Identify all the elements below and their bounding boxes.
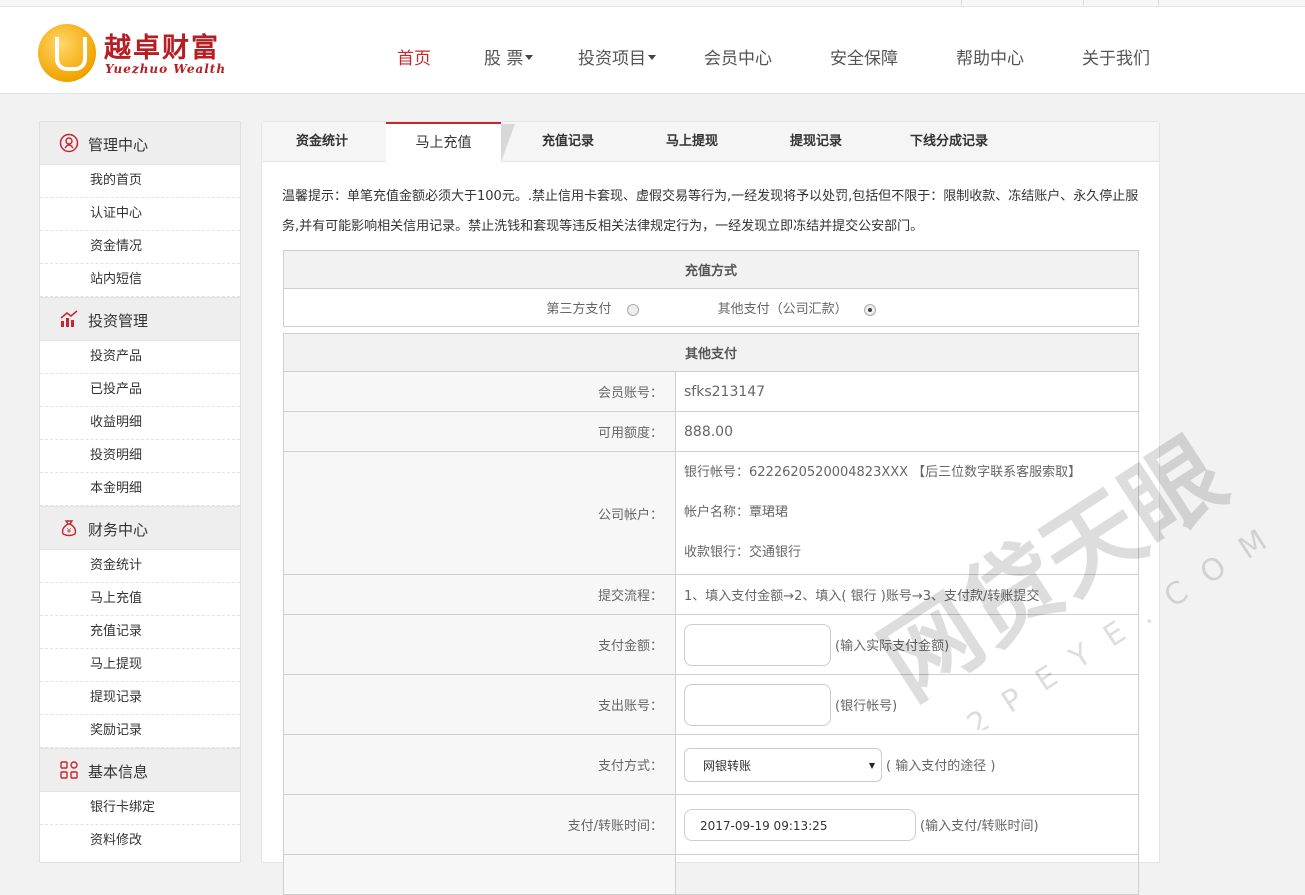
sidebar-item-recharge[interactable]: 马上充值 <box>40 583 240 616</box>
sidebar-item-my-home[interactable]: 我的首页 <box>40 165 240 198</box>
sidebar-item-withdraw[interactable]: 马上提现 <box>40 649 240 682</box>
option-third-party-label: 第三方支付 <box>546 302 612 317</box>
sidebar: 管理中心 我的首页 认证中心 资金情况 站内短信 投资管理 投资产品 已投产品 … <box>39 121 241 863</box>
top-strip-divider <box>961 0 962 6</box>
sidebar-item-recharge-records[interactable]: 充值记录 <box>40 616 240 649</box>
process-label: 提交流程： <box>283 574 676 615</box>
payment-amount-input[interactable] <box>684 623 831 666</box>
sidebar-item-profile-edit[interactable]: 资料修改 <box>40 825 240 857</box>
payment-time-input[interactable]: 2017-09-19 09:13:25 <box>684 808 916 841</box>
main-nav: 首页 股 票 投资项目 会员中心 安全保障 帮助中心 关于我们 <box>0 44 1305 69</box>
sidebar-item-invested[interactable]: 已投产品 <box>40 374 240 407</box>
nav-stocks-label: 股 票 <box>484 49 524 69</box>
nav-member-center[interactable]: 会员中心 <box>704 44 772 69</box>
tab-bar: 资金统计 马上充值 充值记录 马上提现 提现记录 下线分成记录 <box>262 122 1159 162</box>
receiving-bank: 收款银行：交通银行 <box>684 545 802 560</box>
main-panel: 资金统计 马上充值 充值记录 马上提现 提现记录 下线分成记录 温馨提示：单笔充… <box>261 121 1160 895</box>
nav-home[interactable]: 首页 <box>397 44 431 69</box>
grid-icon <box>60 761 78 779</box>
sidebar-item-verification[interactable]: 认证中心 <box>40 198 240 231</box>
top-strip <box>0 0 1305 7</box>
chevron-down-icon <box>525 55 534 60</box>
other-payment-title: 其他支付 <box>283 333 1139 372</box>
sidebar-item-products[interactable]: 投资产品 <box>40 341 240 374</box>
available-quota-value: 888.00 <box>675 411 1139 452</box>
out-account-label: 支出账号： <box>283 674 676 735</box>
recharge-method-title: 充值方式 <box>283 250 1139 289</box>
payment-time-label: 支付/转账时间： <box>283 794 676 855</box>
bar-chart-icon <box>60 310 78 327</box>
money-bag-icon: ¥ <box>61 520 77 537</box>
out-account-input[interactable] <box>684 683 831 726</box>
sidebar-item-funds[interactable]: 资金情况 <box>40 231 240 264</box>
sidebar-item-earnings[interactable]: 收益明细 <box>40 407 240 440</box>
tab-withdraw-records[interactable]: 提现记录 <box>760 122 872 161</box>
sidebar-section-management[interactable]: 管理中心 <box>40 122 240 165</box>
bank-account-number: 银行帐号：6222620520004823XXX 【后三位数字联系客服索取】 <box>684 465 1082 480</box>
sidebar-section-investment[interactable]: 投资管理 <box>40 297 240 341</box>
sidebar-section-title: 管理中心 <box>88 136 149 154</box>
warm-notice: 温馨提示：单笔充值金额必须大于100元。.禁止信用卡套现、虚假交易等行为,一经发… <box>282 189 1139 234</box>
user-circle-icon <box>59 133 79 153</box>
recharge-method-table: 充值方式 第三方支付 其他支付（公司汇款） <box>283 250 1139 327</box>
member-account-value: sfks213147 <box>675 371 1139 412</box>
nav-about-us[interactable]: 关于我们 <box>1082 44 1150 69</box>
tab-withdraw[interactable]: 马上提现 <box>636 122 748 161</box>
payment-method-label: 支付方式： <box>283 734 676 795</box>
sidebar-item-investment-detail[interactable]: 投资明细 <box>40 440 240 473</box>
dropdown-arrow-icon <box>869 762 875 769</box>
sidebar-section-title: 基本信息 <box>88 763 149 781</box>
sidebar-item-rewards[interactable]: 奖励记录 <box>40 715 240 748</box>
tab-downline-commission[interactable]: 下线分成记录 <box>884 122 1014 161</box>
nav-stocks[interactable]: 股 票 <box>484 44 534 69</box>
top-strip-divider <box>1158 0 1159 6</box>
site-header: 越卓财富 Yuezhuo Wealth 首页 股 票 投资项目 会员中心 安全保… <box>0 7 1305 94</box>
sidebar-section-title: 投资管理 <box>88 312 149 330</box>
sidebar-section-title: 财务中心 <box>88 521 149 539</box>
top-strip-divider <box>1083 0 1084 6</box>
sidebar-item-messages[interactable]: 站内短信 <box>40 264 240 297</box>
payment-method-value: 网银转账 <box>703 758 752 773</box>
sidebar-item-bank-card[interactable]: 银行卡绑定 <box>40 792 240 825</box>
payment-amount-hint: (输入实际支付金额) <box>835 639 950 654</box>
payment-time-hint: (输入支付/转账时间) <box>920 819 1039 834</box>
nav-security[interactable]: 安全保障 <box>830 44 898 69</box>
nav-investments[interactable]: 投资项目 <box>578 44 656 69</box>
other-payment-table: 其他支付 会员账号： sfks213147 可用额度： 888.00 公司帐户：… <box>283 333 1139 895</box>
company-account-label: 公司帐户： <box>283 451 676 575</box>
nav-help-center[interactable]: 帮助中心 <box>956 44 1024 69</box>
company-account-info: 银行帐号：6222620520004823XXX 【后三位数字联系客服索取】 帐… <box>675 451 1139 575</box>
tab-recharge[interactable]: 马上充值 <box>386 122 515 162</box>
chevron-down-icon <box>648 55 656 60</box>
next-row-value <box>675 854 1139 895</box>
next-row-label <box>283 854 676 895</box>
process-value: 1、填入支付金额→2、填入( 银行 )账号→3、支付款/转账提交 <box>675 574 1139 615</box>
account-holder-name: 帐户名称：覃珺珺 <box>684 505 789 520</box>
sidebar-section-finance[interactable]: ¥ 财务中心 <box>40 506 240 550</box>
available-quota-label: 可用额度： <box>283 411 676 452</box>
radio-other-payment[interactable] <box>863 303 876 316</box>
recharge-method-options: 第三方支付 其他支付（公司汇款） <box>283 288 1139 327</box>
sidebar-item-withdraw-records[interactable]: 提现记录 <box>40 682 240 715</box>
member-account-label: 会员账号： <box>283 371 676 412</box>
payment-amount-label: 支付金额： <box>283 614 676 675</box>
sidebar-item-fund-stats[interactable]: 资金统计 <box>40 550 240 583</box>
tab-fund-stats[interactable]: 资金统计 <box>262 122 382 161</box>
sidebar-item-principal[interactable]: 本金明细 <box>40 473 240 506</box>
svg-text:¥: ¥ <box>67 527 72 535</box>
option-other-label: 其他支付（公司汇款） <box>717 302 848 317</box>
payment-method-select[interactable]: 网银转账 <box>684 747 882 782</box>
radio-third-party[interactable] <box>627 303 640 316</box>
sidebar-section-basic-info[interactable]: 基本信息 <box>40 748 240 792</box>
nav-investments-label: 投资项目 <box>578 49 646 69</box>
out-account-hint: (银行帐号) <box>835 699 898 714</box>
payment-method-hint: ( 输入支付的途径 ) <box>886 759 996 774</box>
tab-recharge-records[interactable]: 充值记录 <box>512 122 624 161</box>
